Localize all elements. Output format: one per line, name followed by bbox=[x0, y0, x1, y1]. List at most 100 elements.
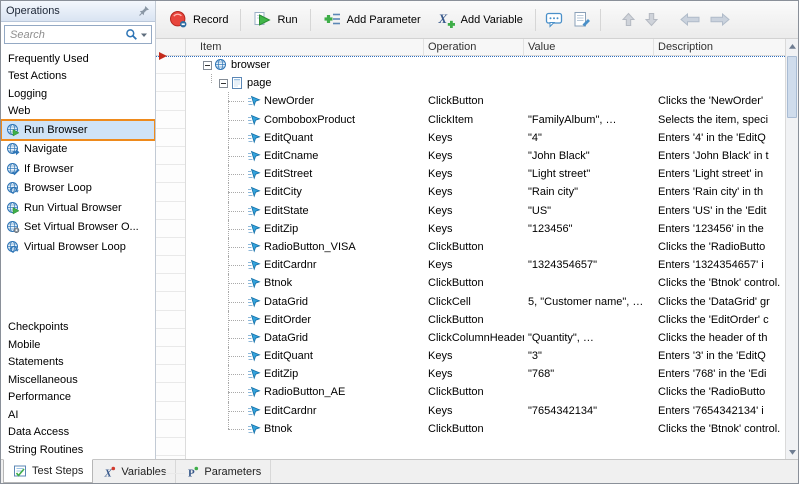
gutter-cell[interactable] bbox=[156, 347, 185, 365]
scrollbar-track[interactable] bbox=[786, 53, 798, 445]
gutter-cell[interactable] bbox=[156, 165, 185, 183]
sidebar-item-ai[interactable]: AI bbox=[1, 406, 155, 424]
description-button[interactable] bbox=[569, 7, 595, 33]
search-input[interactable] bbox=[10, 29, 123, 41]
move-right-button[interactable] bbox=[706, 9, 734, 30]
test-step-row-editquant[interactable]: EditQuantKeys"4"Enters '4' in the 'EditQ bbox=[186, 129, 785, 147]
add-variable-button[interactable]: X Add Variable bbox=[430, 6, 530, 33]
sidebar-item-mobile[interactable]: Mobile bbox=[1, 336, 155, 354]
move-left-button[interactable] bbox=[676, 9, 704, 30]
record-button[interactable]: Record bbox=[162, 6, 235, 33]
search-icon[interactable] bbox=[125, 28, 138, 41]
test-step-row-editorder[interactable]: EditOrderClickButtonClicks the 'EditOrde… bbox=[186, 311, 785, 329]
search-dropdown-icon[interactable] bbox=[140, 31, 148, 39]
pin-icon[interactable] bbox=[138, 5, 150, 17]
collapse-toggle[interactable] bbox=[203, 61, 212, 70]
sidebar-item-virtual-browser-loop[interactable]: Virtual Browser Loop bbox=[1, 237, 155, 257]
test-step-row-page[interactable]: page bbox=[186, 74, 785, 92]
test-step-row-editcardnr[interactable]: EditCardnrKeys"1324354657"Enters '132435… bbox=[186, 256, 785, 274]
run-button[interactable]: Run bbox=[246, 6, 304, 33]
tab-test-steps[interactable]: Test Steps bbox=[3, 459, 93, 483]
test-step-row-editzip[interactable]: EditZipKeys"768"Enters '768' in the 'Edi bbox=[186, 365, 785, 383]
sidebar-item-test-actions[interactable]: Test Actions bbox=[1, 68, 155, 86]
gutter-cell[interactable] bbox=[156, 383, 185, 401]
step-item-name: RadioButton_AE bbox=[264, 386, 345, 398]
value-cell: "Quantity", … bbox=[524, 329, 654, 347]
sidebar-item-if-browser[interactable]: If Browser bbox=[1, 159, 155, 179]
sidebar-item-run-virtual-browser[interactable]: Run Virtual Browser bbox=[1, 198, 155, 218]
gutter-cell[interactable] bbox=[156, 329, 185, 347]
toolbar-separator bbox=[310, 9, 311, 31]
step-item-name: NewOrder bbox=[264, 95, 314, 107]
sidebar-item-web[interactable]: Web bbox=[1, 103, 155, 121]
sidebar-item-browser-loop[interactable]: Browser Loop bbox=[1, 179, 155, 199]
comment-button[interactable] bbox=[541, 7, 567, 33]
sidebar-item-run-browser[interactable]: Run Browser bbox=[1, 120, 155, 140]
gutter-cell[interactable] bbox=[156, 129, 185, 147]
gutter-cell[interactable] bbox=[156, 365, 185, 383]
sidebar-item-performance[interactable]: Performance bbox=[1, 389, 155, 407]
search-box bbox=[4, 25, 152, 44]
sidebar-item-frequently-used[interactable]: Frequently Used bbox=[1, 50, 155, 68]
scrollbar-thumb[interactable] bbox=[787, 56, 797, 118]
move-right-icon bbox=[710, 13, 730, 26]
sidebar-item-statements[interactable]: Statements bbox=[1, 354, 155, 372]
test-step-row-editquant[interactable]: EditQuantKeys"3"Enters '3' in the 'EditQ bbox=[186, 347, 785, 365]
gutter-cell[interactable] bbox=[156, 420, 185, 438]
gutter-cell[interactable] bbox=[156, 274, 185, 292]
column-header-operation[interactable]: Operation bbox=[424, 39, 524, 55]
add-parameter-button[interactable]: Add Parameter bbox=[316, 6, 428, 33]
sidebar-item-navigate[interactable]: Navigate bbox=[1, 140, 155, 160]
gutter-cell[interactable] bbox=[156, 220, 185, 238]
gutter-cell[interactable] bbox=[156, 56, 185, 74]
gutter-cell[interactable] bbox=[156, 311, 185, 329]
test-step-row-btnok[interactable]: BtnokClickButtonClicks the 'Btnok' contr… bbox=[186, 274, 785, 292]
test-step-row-comboboxproduct[interactable]: ComboboxProductClickItem"FamilyAlbum", …… bbox=[186, 111, 785, 129]
sidebar-item-miscellaneous[interactable]: Miscellaneous bbox=[1, 371, 155, 389]
tab-parameters[interactable]: PParameters bbox=[176, 460, 271, 483]
test-step-row-editzip[interactable]: EditZipKeys"123456"Enters '123456' in th… bbox=[186, 220, 785, 238]
test-step-row-browser[interactable]: browser bbox=[186, 56, 785, 74]
column-header-item[interactable]: Item bbox=[186, 39, 424, 55]
step-item-name: EditZip bbox=[264, 223, 298, 235]
test-step-row-neworder[interactable]: NewOrderClickButtonClicks the 'NewOrder' bbox=[186, 92, 785, 110]
scroll-down-button[interactable] bbox=[786, 445, 798, 459]
gutter-cell[interactable] bbox=[156, 92, 185, 110]
gutter-cell[interactable] bbox=[156, 202, 185, 220]
test-step-row-editstate[interactable]: EditStateKeys"US"Enters 'US' in the 'Edi… bbox=[186, 202, 785, 220]
test-step-row-editcardnr[interactable]: EditCardnrKeys"7654342134"Enters '765434… bbox=[186, 402, 785, 420]
test-step-row-editcity[interactable]: EditCityKeys"Rain city"Enters 'Rain city… bbox=[186, 183, 785, 201]
gutter-cell[interactable] bbox=[156, 456, 185, 474]
vertical-scrollbar[interactable] bbox=[785, 39, 798, 459]
sidebar-item-data-access[interactable]: Data Access bbox=[1, 424, 155, 442]
gutter-cell[interactable] bbox=[156, 147, 185, 165]
collapse-toggle[interactable] bbox=[219, 79, 228, 88]
sidebar-item-set-virtual-browser-o[interactable]: Set Virtual Browser O... bbox=[1, 218, 155, 238]
gutter-cell[interactable] bbox=[156, 256, 185, 274]
sidebar-item-string-routines[interactable]: String Routines bbox=[1, 441, 155, 459]
move-left-icon bbox=[680, 13, 700, 26]
gutter-cell[interactable] bbox=[156, 402, 185, 420]
test-step-row-datagrid[interactable]: DataGridClickCell5, "Customer name", …Cl… bbox=[186, 292, 785, 310]
move-up-button[interactable] bbox=[618, 8, 639, 31]
gutter-cell[interactable] bbox=[156, 74, 185, 92]
gutter-cell[interactable] bbox=[156, 111, 185, 129]
column-header-description[interactable]: Description bbox=[654, 39, 785, 55]
move-down-button[interactable] bbox=[641, 8, 662, 31]
sidebar-item-label: String Routines bbox=[8, 444, 83, 456]
gutter-cell[interactable] bbox=[156, 183, 185, 201]
test-step-row-radiobutton-visa[interactable]: RadioButton_VISAClickButtonClicks the 'R… bbox=[186, 238, 785, 256]
sidebar-item-checkpoints[interactable]: Checkpoints bbox=[1, 319, 155, 337]
test-step-row-editstreet[interactable]: EditStreetKeys"Light street"Enters 'Ligh… bbox=[186, 165, 785, 183]
test-step-row-editcname[interactable]: EditCnameKeys"John Black"Enters 'John Bl… bbox=[186, 147, 785, 165]
scroll-up-button[interactable] bbox=[786, 39, 798, 53]
test-step-row-datagrid[interactable]: DataGridClickColumnHeader"Quantity", …Cl… bbox=[186, 329, 785, 347]
gutter-cell[interactable] bbox=[156, 438, 185, 456]
test-step-row-radiobutton-ae[interactable]: RadioButton_AEClickButtonClicks the 'Rad… bbox=[186, 383, 785, 401]
sidebar-item-logging[interactable]: Logging bbox=[1, 85, 155, 103]
onscreen-action-icon bbox=[247, 131, 261, 145]
test-step-row-btnok[interactable]: BtnokClickButtonClicks the 'Btnok' contr… bbox=[186, 420, 785, 438]
gutter-cell[interactable] bbox=[156, 238, 185, 256]
gutter-cell[interactable] bbox=[156, 292, 185, 310]
column-header-value[interactable]: Value bbox=[524, 39, 654, 55]
